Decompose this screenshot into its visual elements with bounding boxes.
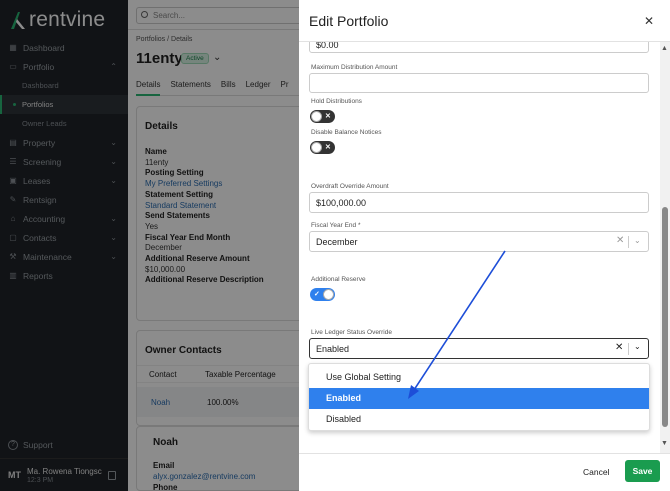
scroll-up-icon[interactable]: ▲ [661,45,668,52]
additional-reserve-toggle[interactable]: ✓ [310,288,335,301]
divider [299,453,670,454]
scrollbar-thumb[interactable] [662,207,668,427]
hold-distributions-label: Hold Distributions [311,98,362,105]
fiscal-year-value: December [316,236,358,247]
fiscal-year-label: Fiscal Year End * [311,222,361,229]
clear-icon[interactable]: ✕ [615,342,623,353]
clear-icon[interactable]: ✕ [616,235,624,246]
option-enabled[interactable]: Enabled [309,388,649,409]
live-ledger-select[interactable]: Enabled [309,338,649,359]
x-icon: ✕ [325,144,331,151]
max-distribution-label: Maximum Distribution Amount [311,64,398,71]
chevron-down-icon[interactable]: ⌄ [634,236,641,245]
fiscal-year-select[interactable]: December [309,231,649,252]
check-icon: ✓ [314,291,320,298]
x-icon: ✕ [325,113,331,120]
toggle-knob [323,289,334,300]
option-disabled[interactable]: Disabled [309,409,649,430]
live-ledger-dropdown-menu: Use Global Setting Enabled Disabled [308,363,650,431]
disable-balance-label: Disable Balance Notices [311,129,382,136]
overdraft-label: Overdraft Override Amount [311,183,389,190]
disable-balance-toggle[interactable]: ✕ [310,141,335,154]
divider [628,236,629,248]
save-button[interactable]: Save [625,460,660,482]
chevron-down-icon[interactable]: ⌄ [634,342,641,351]
amount-input[interactable]: $0.00 [309,42,649,53]
overdraft-input[interactable]: $100,000.00 [309,192,649,213]
toggle-knob [311,142,322,153]
hold-distributions-toggle[interactable]: ✕ [310,110,335,123]
cancel-button[interactable]: Cancel [583,462,609,482]
option-use-global-setting[interactable]: Use Global Setting [309,367,649,388]
close-icon[interactable]: ✕ [644,14,654,28]
toggle-knob [311,111,322,122]
max-distribution-input[interactable] [309,73,649,93]
scroll-down-icon[interactable]: ▼ [661,440,668,447]
live-ledger-value: Enabled [316,343,350,354]
scrollbar[interactable]: ▲ ▼ [660,42,670,453]
additional-reserve-label: Additional Reserve [311,276,366,283]
divider [628,343,629,355]
live-ledger-label: Live Ledger Status Override [311,329,392,336]
panel-title: Edit Portfolio [309,13,389,29]
